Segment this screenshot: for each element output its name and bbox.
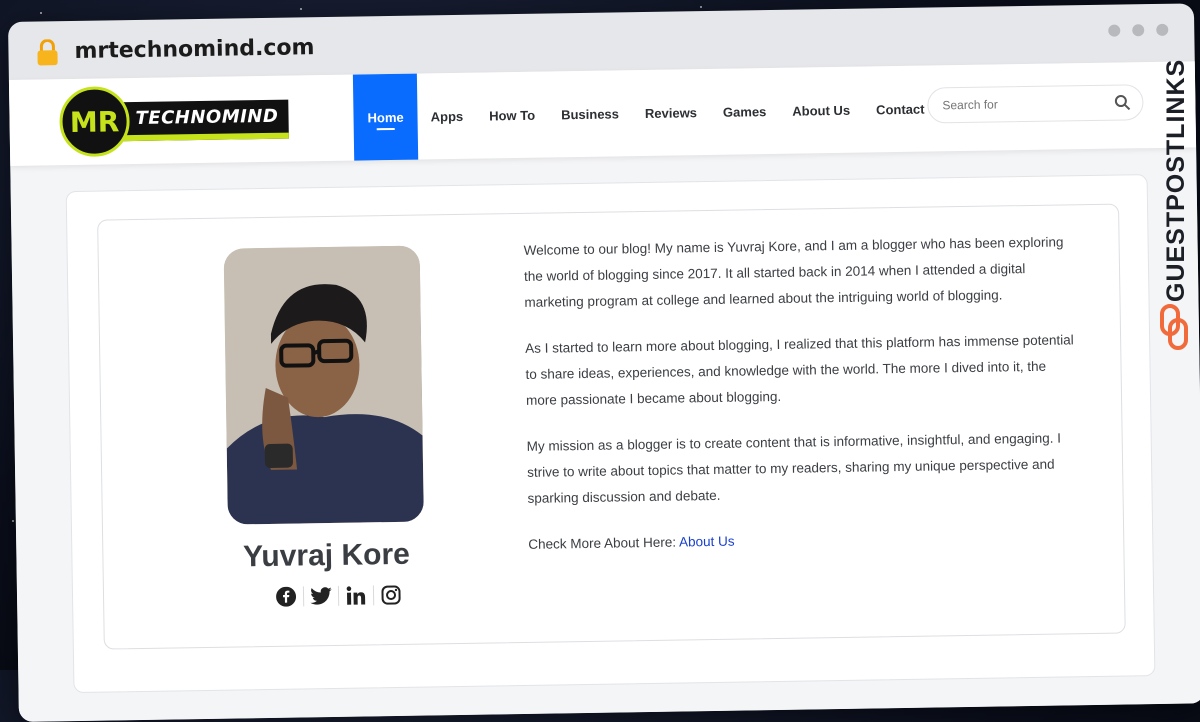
- watermark-text: GUESTPOSTLINKS: [1162, 59, 1190, 302]
- nav-item-business[interactable]: Business: [547, 70, 632, 157]
- web-page: MR TECHNOMIND Home Apps How To Business …: [8, 61, 1200, 722]
- window-dot-icon[interactable]: [1132, 24, 1145, 37]
- social-links: [269, 584, 408, 608]
- instagram-icon: [381, 585, 401, 605]
- logo-mark: MR: [59, 86, 131, 158]
- about-section: Yuvraj Kore Welcome to our blog! My name…: [65, 174, 1156, 694]
- search-input[interactable]: [940, 94, 1115, 114]
- window-dot-icon[interactable]: [1156, 23, 1169, 36]
- nav-item-apps[interactable]: Apps: [417, 73, 477, 160]
- bio-more-prefix: Check More About Here:: [528, 534, 680, 552]
- linkedin-link[interactable]: [345, 584, 367, 606]
- nav-item-about-us[interactable]: About Us: [779, 67, 864, 154]
- search-icon[interactable]: [1114, 94, 1131, 111]
- divider: [302, 586, 305, 607]
- lock-icon: [37, 39, 58, 66]
- author-box: Yuvraj Kore Welcome to our blog! My name…: [97, 203, 1126, 650]
- window-dot-icon[interactable]: [1108, 24, 1121, 37]
- main-nav: Home Apps How To Business Reviews Games …: [352, 65, 959, 161]
- guestpostlinks-watermark: GUESTPOSTLINKS: [1152, 58, 1196, 358]
- bio-more: Check More About Here: About Us: [528, 523, 1083, 558]
- nav-item-home[interactable]: Home: [352, 73, 419, 161]
- site-header: MR TECHNOMIND Home Apps How To Business …: [8, 61, 1197, 166]
- author-portrait-image: [223, 245, 424, 525]
- watermark-graphic: GUESTPOSTLINKS: [1160, 59, 1190, 350]
- bio-paragraph: My mission as a blogger is to create con…: [526, 430, 1062, 506]
- search-box: [927, 84, 1144, 124]
- author-photo: [223, 245, 424, 525]
- facebook-icon: [276, 586, 297, 607]
- facebook-link[interactable]: [275, 586, 297, 608]
- twitter-link[interactable]: [310, 585, 332, 607]
- instagram-link[interactable]: [380, 584, 402, 606]
- divider: [337, 585, 340, 606]
- author-name: Yuvraj Kore: [242, 537, 411, 574]
- window-controls: [1108, 23, 1169, 37]
- linkedin-icon: [346, 586, 366, 605]
- url-text[interactable]: mrtechnomind.com: [74, 35, 314, 64]
- logo-wordmark: TECHNOMIND: [119, 99, 289, 141]
- twitter-icon: [310, 587, 332, 605]
- site-logo[interactable]: MR TECHNOMIND: [59, 84, 289, 158]
- browser-window: mrtechnomind.com MR TECHNOMIND Home Apps…: [8, 3, 1200, 722]
- bio-paragraph: As I started to learn more about bloggin…: [525, 332, 1074, 408]
- nav-item-reviews[interactable]: Reviews: [631, 69, 710, 156]
- divider: [372, 585, 375, 606]
- author-bio: Welcome to our blog! My name is Yuvraj K…: [523, 229, 1083, 578]
- nav-item-how-to[interactable]: How To: [475, 72, 548, 159]
- nav-item-games[interactable]: Games: [709, 68, 780, 155]
- chain-link-icon: [1160, 304, 1188, 350]
- about-us-link[interactable]: About Us: [679, 534, 735, 550]
- bio-paragraph: Welcome to our blog! My name is Yuvraj K…: [523, 234, 1064, 310]
